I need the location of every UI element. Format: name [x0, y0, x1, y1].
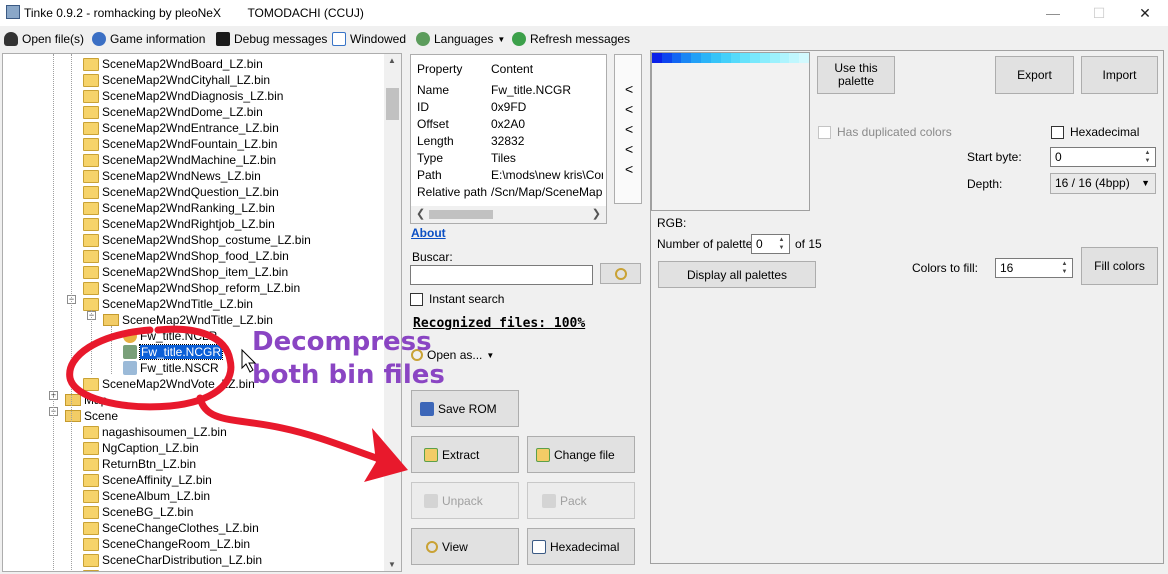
- annotation-line-2: both bin files: [252, 360, 445, 390]
- annotation-text: Decompress both bin files: [252, 326, 445, 392]
- annotation-line-1: Decompress: [252, 327, 432, 357]
- annotation-circle: [66, 325, 235, 411]
- annotation-arrow-line: [196, 394, 392, 466]
- annotation-overlay: [66, 325, 408, 482]
